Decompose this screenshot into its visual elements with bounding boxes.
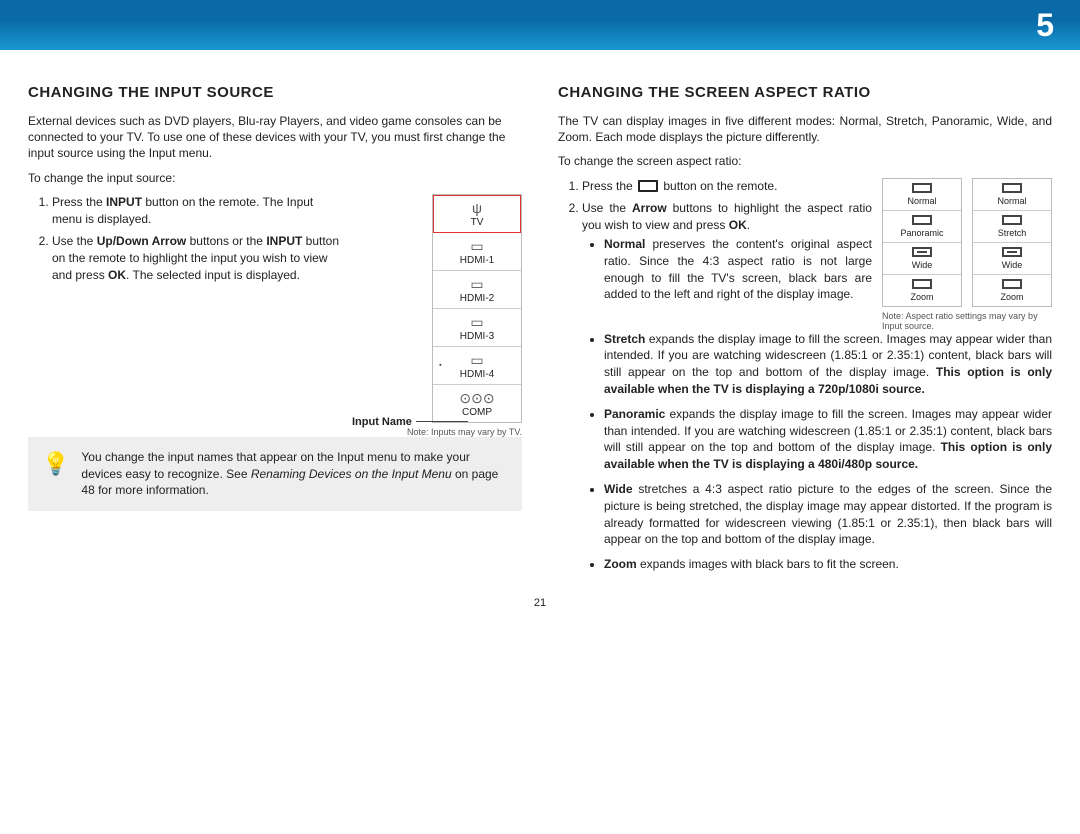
rect-icon: [1002, 279, 1022, 289]
left-column: CHANGING THE INPUT SOURCE External devic…: [28, 84, 522, 581]
mode-panoramic: Panoramic expands the display image to f…: [604, 406, 1052, 473]
tip-text: You change the input names that appear o…: [81, 449, 508, 499]
tip-box: 💡 You change the input names that appear…: [28, 437, 522, 511]
hdmi-icon: ▭: [435, 315, 519, 329]
chapter-number: 5: [1036, 7, 1054, 44]
mode-wide: Wide stretches a 4:3 aspect ratio pictur…: [604, 481, 1052, 548]
top-bar: 5: [0, 0, 1080, 50]
right-column: CHANGING THE SCREEN ASPECT RATIO The TV …: [558, 84, 1052, 581]
rect-icon: [1002, 215, 1022, 225]
input-note: Note: Inputs may vary by TV.: [352, 427, 522, 437]
aspect-item: Zoom: [883, 275, 961, 306]
component-icon: ⊙⊙⊙: [435, 391, 519, 405]
input-item-hdmi3: ▭ HDMI-3: [433, 309, 521, 347]
rect-icon: [912, 183, 932, 193]
mode-descriptions: Normal preserves the content's original …: [582, 236, 872, 303]
hdmi-icon: ▭: [435, 239, 519, 253]
input-item-tv: ψ TV: [433, 195, 521, 233]
right-step-2: Use the Arrow buttons to highlight the a…: [582, 200, 872, 303]
content: CHANGING THE INPUT SOURCE External devic…: [0, 50, 1080, 593]
wide-button-icon: [638, 180, 658, 192]
right-intro: The TV can display images in five differ…: [558, 113, 1052, 145]
aspect-item: Zoom: [973, 275, 1051, 306]
input-item-hdmi1: ▭ HDMI-1: [433, 233, 521, 271]
aspect-item: Normal: [973, 179, 1051, 211]
left-heading: CHANGING THE INPUT SOURCE: [28, 84, 522, 101]
aspect-note: Note: Aspect ratio settings may vary by …: [882, 311, 1052, 331]
right-intro2: To change the screen aspect ratio:: [558, 153, 1052, 169]
right-heading: CHANGING THE SCREEN ASPECT RATIO: [558, 84, 1052, 101]
aspect-col-1: Normal Panoramic Wide Zoom: [882, 178, 962, 307]
hdmi-icon: ▭: [435, 353, 519, 367]
aspect-col-2: Normal Stretch Wide Zoom: [972, 178, 1052, 307]
rect-icon: [912, 215, 932, 225]
rect-icon: [912, 247, 932, 257]
rect-icon: [1002, 183, 1022, 193]
bullet-icon: •: [439, 361, 442, 370]
left-intro: External devices such as DVD players, Bl…: [28, 113, 522, 162]
page-number: 21: [0, 593, 1080, 619]
aspect-item: Stretch: [973, 211, 1051, 243]
aspect-diagram: Normal Panoramic Wide Zoom Normal Stretc…: [882, 178, 1052, 307]
aspect-item: Wide: [973, 243, 1051, 275]
antenna-icon: ψ: [435, 201, 519, 215]
input-diagram: ψ TV ▭ HDMI-1 ▭ HDMI-2 ▭ HDMI-3 • ▭: [352, 194, 522, 437]
callout-line: [416, 421, 468, 422]
left-intro2: To change the input source:: [28, 170, 522, 186]
mode-normal: Normal preserves the content's original …: [604, 236, 872, 303]
lightbulb-icon: 💡: [42, 449, 69, 480]
input-item-hdmi2: ▭ HDMI-2: [433, 271, 521, 309]
mode-descriptions-cont: Stretch expands the display image to fil…: [558, 331, 1052, 573]
aspect-item: Wide: [883, 243, 961, 275]
mode-stretch: Stretch expands the display image to fil…: [604, 331, 1052, 398]
input-menu: ψ TV ▭ HDMI-1 ▭ HDMI-2 ▭ HDMI-3 • ▭: [432, 194, 522, 423]
aspect-item: Normal: [883, 179, 961, 211]
aspect-item: Panoramic: [883, 211, 961, 243]
input-name-callout: Input Name: [352, 416, 468, 428]
rect-icon: [912, 279, 932, 289]
mode-zoom: Zoom expands images with black bars to f…: [604, 556, 1052, 573]
hdmi-icon: ▭: [435, 277, 519, 291]
rect-icon: [1002, 247, 1022, 257]
input-item-hdmi4: • ▭ HDMI-4: [433, 347, 521, 385]
